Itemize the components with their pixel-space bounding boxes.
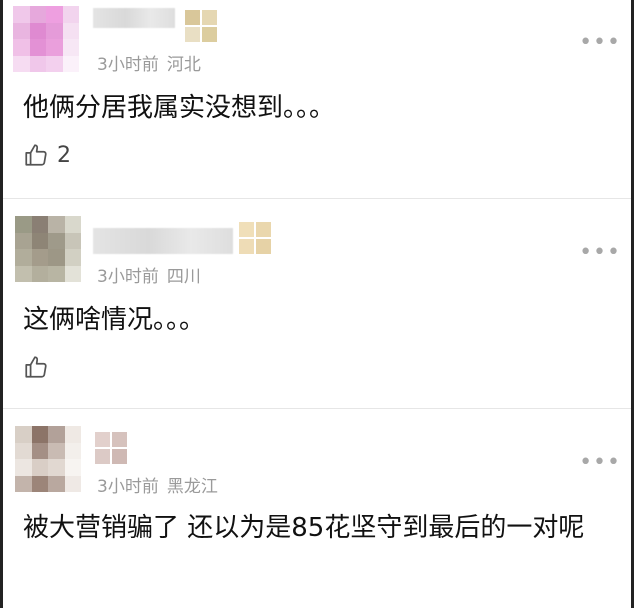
more-dots-icon[interactable]: ••• <box>579 242 621 264</box>
thumbs-up-icon <box>25 144 47 166</box>
comment-time: 3小时前 <box>97 55 159 75</box>
more-dots-icon[interactable]: ••• <box>579 452 621 474</box>
divider <box>3 198 631 199</box>
user-badge <box>95 432 127 464</box>
user-badge <box>239 222 271 254</box>
avatar[interactable] <box>15 426 81 492</box>
user-badge <box>185 10 217 42</box>
username-blurred[interactable] <box>93 8 175 28</box>
thumbs-up-icon <box>25 356 47 378</box>
like-count: 2 <box>57 142 71 168</box>
like-button[interactable] <box>23 354 57 380</box>
avatar[interactable] <box>13 6 79 72</box>
comment-location: 河北 <box>166 55 201 75</box>
comment-meta: 3小时前 四川 <box>97 262 201 287</box>
divider <box>3 408 631 409</box>
comment-meta: 3小时前 黑龙江 <box>97 472 218 497</box>
like-button[interactable]: 2 <box>23 142 71 168</box>
comment-location: 黑龙江 <box>166 477 218 497</box>
comment-text: 他俩分居我属实没想到。。。 <box>23 93 336 123</box>
more-dots-icon[interactable]: ••• <box>579 32 621 54</box>
comment-text: 这俩啥情况。。。 <box>23 305 206 335</box>
comment-location: 四川 <box>166 267 201 287</box>
comment-meta: 3小时前 河北 <box>97 50 201 75</box>
username-blurred[interactable] <box>93 228 233 254</box>
comment-text: 被大营销骗了 还以为是85花坚守到最后的一对呢 <box>23 513 585 543</box>
comment-time: 3小时前 <box>97 477 159 497</box>
avatar[interactable] <box>15 216 81 282</box>
comment-time: 3小时前 <box>97 267 159 287</box>
